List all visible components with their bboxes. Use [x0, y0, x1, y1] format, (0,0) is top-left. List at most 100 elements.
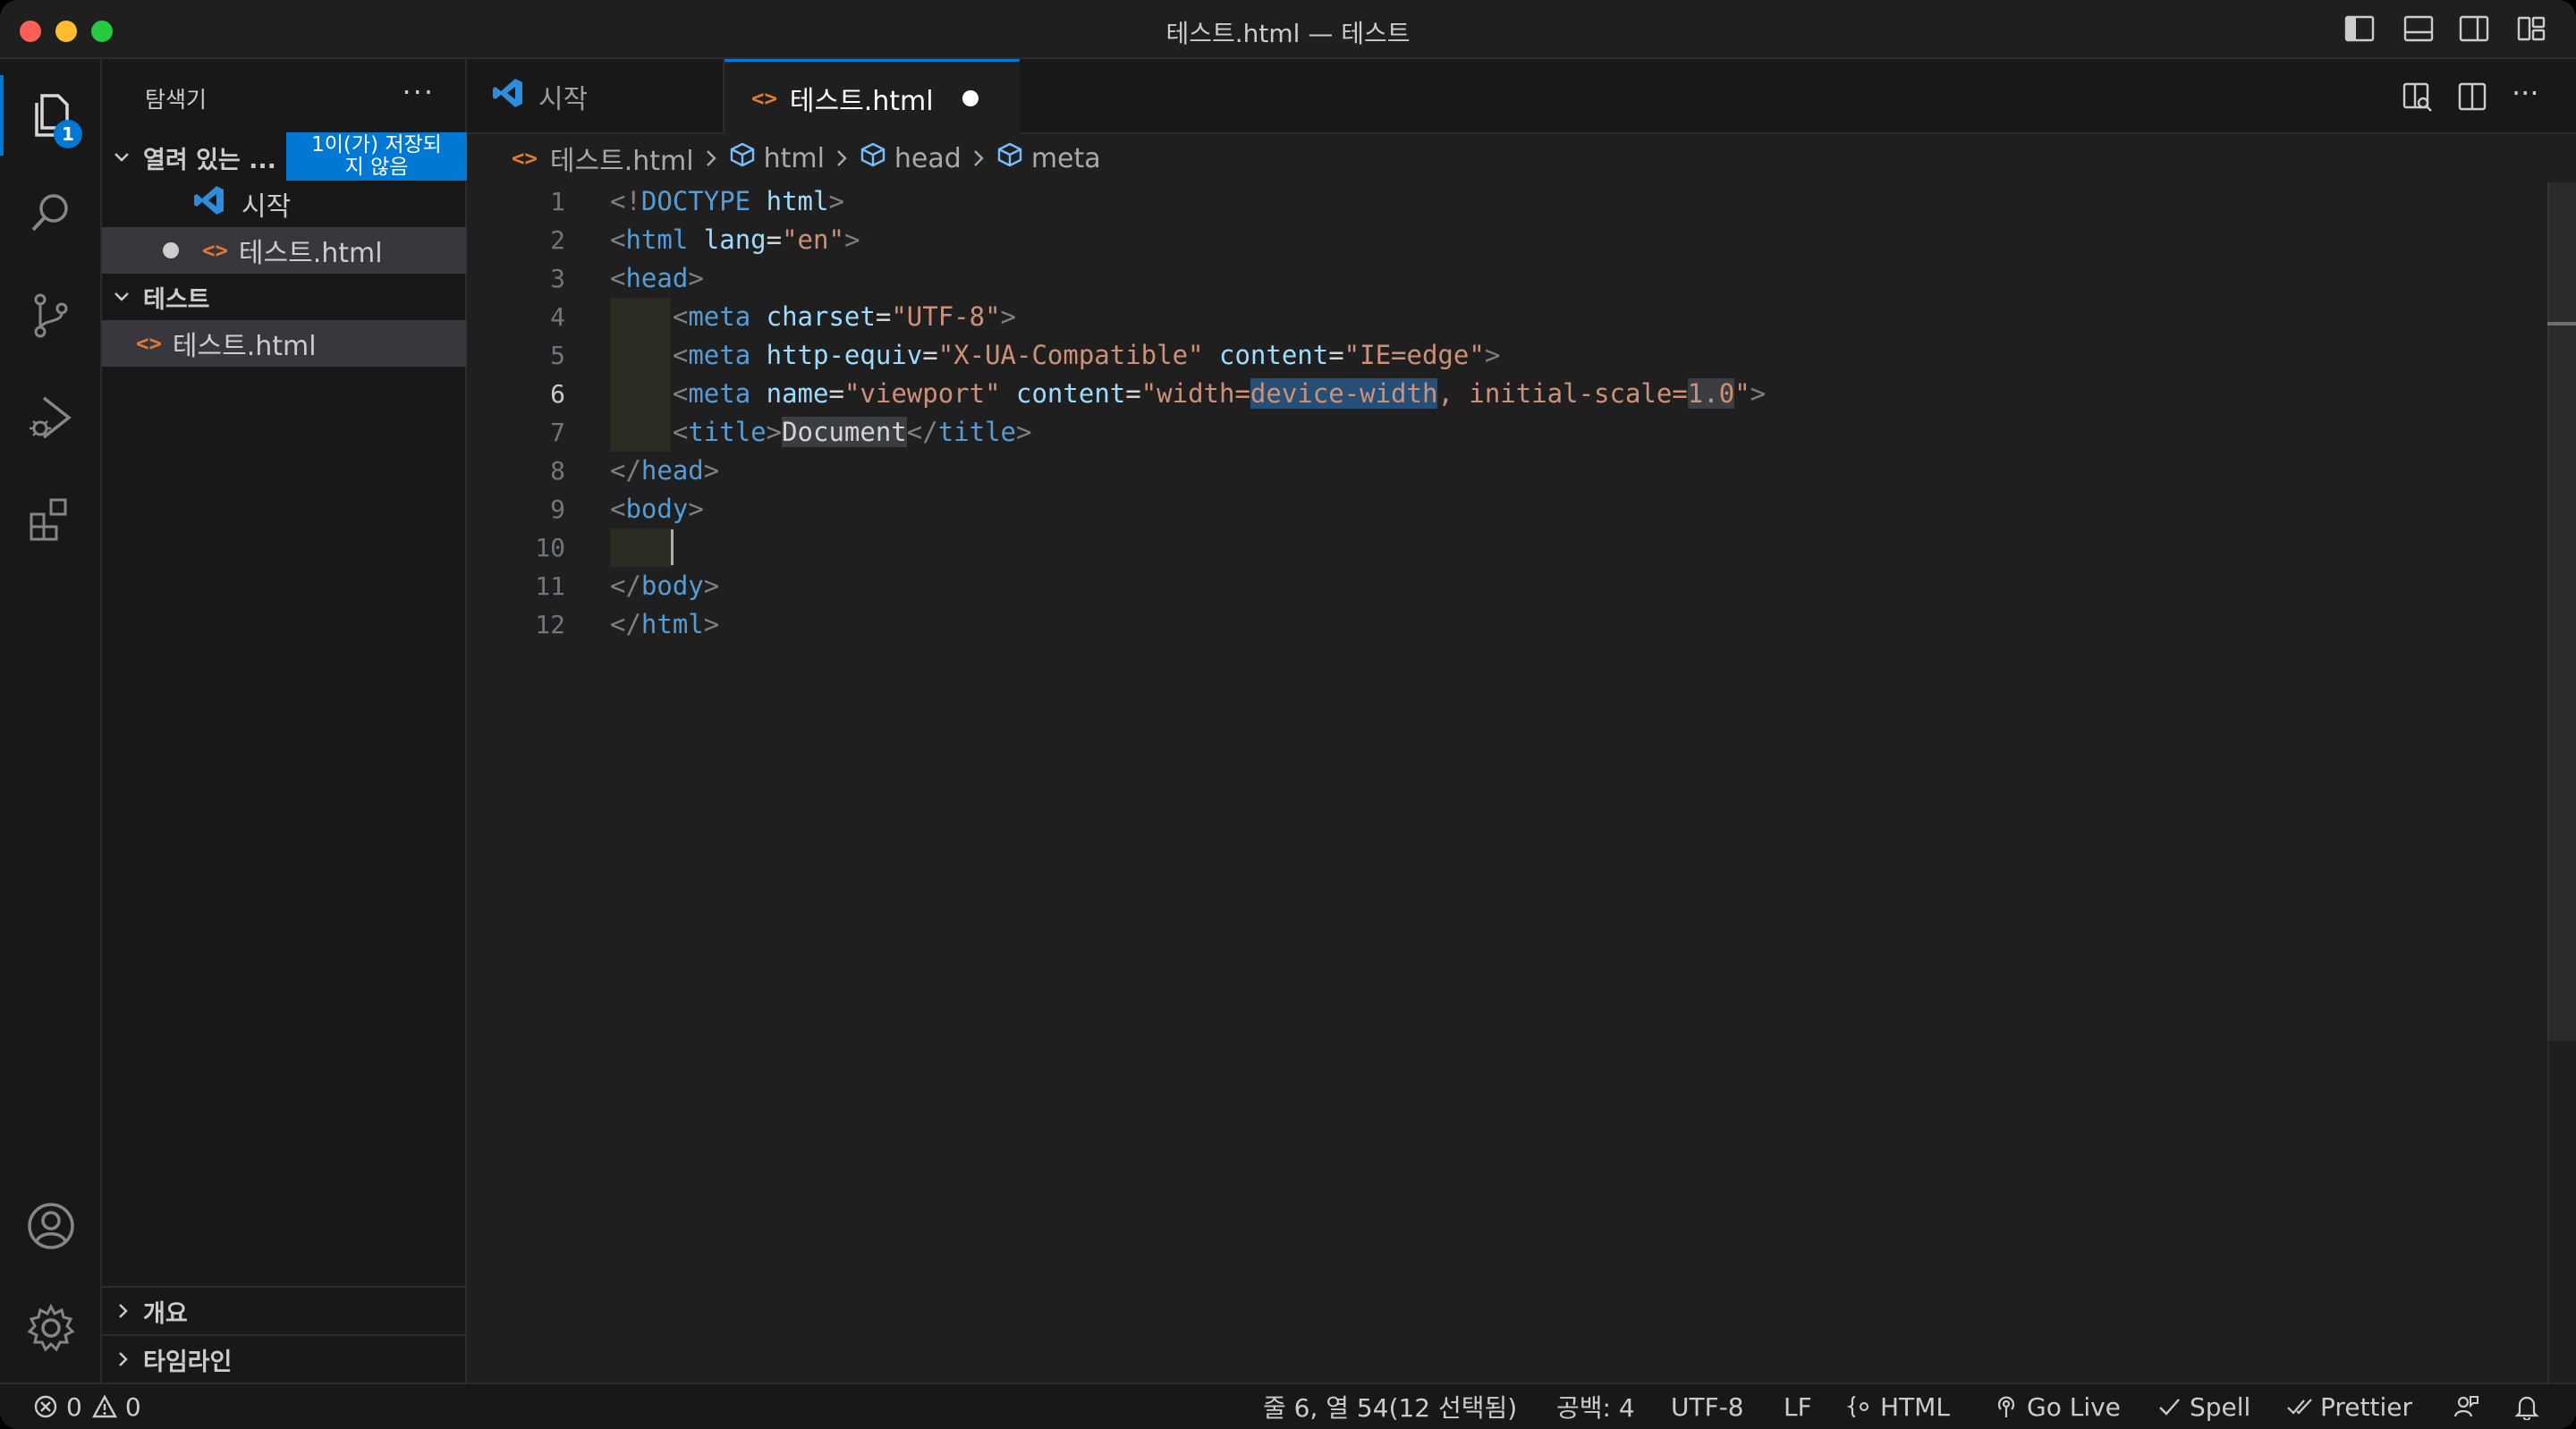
line-number: 8	[550, 456, 565, 486]
unsaved-dot-icon[interactable]	[163, 242, 179, 258]
vertical-scrollbar[interactable]	[2547, 182, 2576, 1382]
title-bar: 테스트.html — 테스트	[0, 0, 2576, 59]
breadcrumb-label: head	[894, 142, 962, 174]
chevron-right-icon	[119, 1304, 128, 1318]
line-number: 4	[550, 302, 565, 332]
symbol-field-icon	[859, 140, 894, 176]
go-live-status[interactable]: Go Live	[1993, 1384, 2121, 1429]
outline-label: 개요	[143, 1299, 188, 1328]
line-number: 1	[550, 187, 565, 216]
chevron-right-icon	[837, 150, 847, 166]
html-file-icon: <>	[136, 331, 162, 356]
indentation-status[interactable]: 공백: 4	[1556, 1384, 1635, 1429]
customize-layout-button[interactable]	[2515, 14, 2547, 43]
symbol-field-icon	[728, 140, 764, 176]
unsaved-badge-line1: 1이(가) 저장되	[311, 133, 442, 156]
eol-status[interactable]: LF	[1784, 1384, 1812, 1429]
timeline-label: 타임라인	[143, 1348, 233, 1376]
folder-label: 테스트	[143, 285, 210, 314]
language-label: HTML	[1880, 1391, 1950, 1422]
tab-test-html[interactable]: <> 테스트.html	[724, 59, 1020, 134]
breadcrumb: <> 테스트.html html head meta	[467, 134, 2576, 182]
window-title: 테스트.html — 테스트	[1165, 19, 1411, 48]
notifications-button[interactable]	[2513, 1384, 2547, 1429]
accounts-activity[interactable]	[0, 1177, 102, 1275]
run-debug-icon	[30, 396, 72, 439]
line-number: 11	[535, 571, 565, 601]
toggle-panel-button[interactable]	[2402, 14, 2435, 43]
more-actions-button[interactable]: ···	[402, 75, 435, 109]
extensions-icon	[30, 498, 67, 541]
search-activity[interactable]	[0, 165, 102, 263]
code-editor[interactable]: 1 2 3 4 5 6 7 8 9 10 11 12 <!DOCTYPE htm…	[467, 182, 2576, 1382]
vscode-logo-icon	[191, 182, 227, 225]
chevron-right-icon	[119, 1352, 128, 1366]
breadcrumb-item-file[interactable]: <> 테스트.html	[512, 139, 694, 178]
chevron-down-icon	[114, 292, 129, 301]
code-line: </body>	[610, 571, 720, 601]
open-editor-item-welcome[interactable]: 시작	[102, 181, 467, 227]
broadcast-icon	[1997, 1396, 2015, 1417]
language-status[interactable]: HTML	[1846, 1384, 1950, 1429]
line-number: 3	[550, 264, 565, 293]
scrollbar-thumb[interactable]	[2547, 182, 2576, 1041]
vscode-logo-icon	[490, 75, 526, 118]
editor-tab-bar: 시작 <> 테스트.html ···	[467, 59, 2576, 134]
spell-status[interactable]: Spell	[2156, 1384, 2250, 1429]
scrollbar-cursor-marker	[2547, 322, 2576, 326]
code-line: <meta charset="UTF-8">	[672, 301, 1016, 332]
folder-section-header[interactable]: 테스트	[102, 274, 467, 320]
file-item-test-html[interactable]: <> 테스트.html	[102, 320, 467, 367]
timeline-section-header[interactable]: 타임라인	[102, 1334, 467, 1382]
run-debug-activity[interactable]	[0, 368, 102, 467]
html-file-icon: <>	[202, 238, 228, 263]
feedback-button[interactable]	[2453, 1384, 2487, 1429]
braces-icon	[1846, 1395, 1868, 1418]
prettier-label: Prettier	[2320, 1391, 2412, 1422]
breadcrumb-item-head[interactable]: head	[859, 140, 962, 176]
split-editor-button[interactable]	[2454, 79, 2490, 114]
cursor-position-status[interactable]: 줄 6, 열 54(12 선택됨)	[1263, 1384, 1517, 1429]
tab-welcome[interactable]: 시작	[467, 59, 724, 134]
outline-section-header[interactable]: 개요	[102, 1286, 467, 1334]
go-live-label: Go Live	[2027, 1391, 2121, 1422]
code-line: <!DOCTYPE html>	[610, 186, 844, 216]
source-control-icon	[34, 293, 68, 338]
chevron-down-icon	[114, 153, 129, 162]
status-bar: 0 0 줄 6, 열 54(12 선택됨) 공백: 4 UTF-8 LF HTM…	[0, 1382, 2576, 1429]
check-icon	[2159, 1399, 2180, 1416]
sidebar-right-icon	[2459, 15, 2489, 42]
line-number: 10	[535, 533, 565, 562]
prettier-status[interactable]: Prettier	[2286, 1384, 2412, 1429]
open-editor-item-test-html[interactable]: <> 테스트.html	[102, 227, 467, 274]
open-editor-label: 테스트.html	[238, 238, 383, 269]
unsaved-dot-icon[interactable]	[962, 89, 979, 106]
source-control-activity[interactable]	[0, 266, 102, 365]
breadcrumb-label: html	[763, 142, 825, 174]
manage-activity[interactable]	[0, 1279, 102, 1377]
chevron-right-icon	[706, 150, 716, 166]
open-preview-button[interactable]	[2399, 79, 2435, 114]
tab-label: 시작	[538, 84, 589, 115]
open-editors-label: 열려 있는 ...	[143, 146, 276, 174]
open-editor-label: 시작	[242, 191, 292, 223]
editor-more-actions-button[interactable]: ···	[2512, 79, 2547, 114]
toggle-secondary-sidebar-button[interactable]	[2458, 14, 2490, 43]
layout-icon	[2517, 16, 2546, 41]
explorer-activity[interactable]: 1	[0, 66, 102, 165]
code-line-current: <meta name="viewport" content="width=dev…	[672, 378, 1767, 409]
spell-label: Spell	[2190, 1391, 2251, 1422]
breadcrumb-item-html[interactable]: html	[728, 140, 825, 176]
html-file-icon: <>	[512, 146, 538, 171]
error-icon	[34, 1395, 57, 1418]
breadcrumb-item-meta[interactable]: meta	[996, 140, 1101, 176]
line-number: 5	[550, 341, 565, 370]
warning-icon	[91, 1394, 117, 1418]
code-line: <body>	[610, 494, 704, 524]
preview-icon	[2402, 82, 2432, 112]
encoding-status[interactable]: UTF-8	[1671, 1384, 1744, 1429]
problems-status[interactable]: 0 0	[32, 1384, 141, 1429]
warning-count: 0	[124, 1391, 141, 1422]
extensions-activity[interactable]	[0, 470, 102, 569]
toggle-primary-sidebar-button[interactable]	[2343, 14, 2376, 43]
